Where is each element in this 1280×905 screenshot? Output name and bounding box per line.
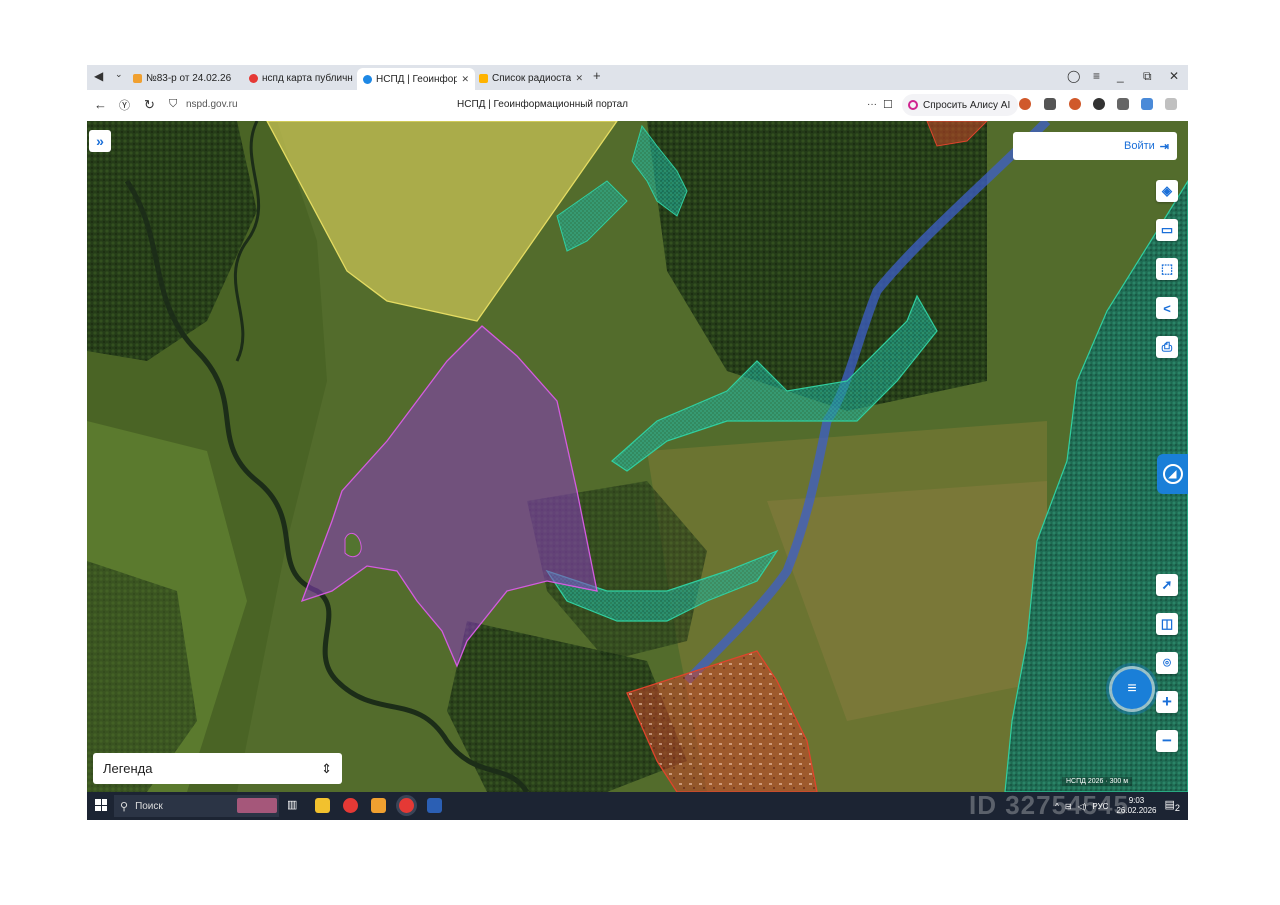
zoom-out-button[interactable]: −: [1156, 730, 1178, 752]
notifications-icon[interactable]: ▤2: [1165, 798, 1181, 813]
tab-document[interactable]: №83-р от 24.02.26: [133, 68, 241, 88]
tab-list-chevron-icon[interactable]: ⌄: [115, 69, 123, 80]
share-icon: <: [1163, 300, 1171, 316]
share-button[interactable]: <: [1156, 297, 1178, 319]
basemap-button[interactable]: ◫: [1156, 613, 1178, 635]
print-icon: ⎙: [1161, 339, 1173, 354]
tab-radio-list[interactable]: Список радиостанц ✕: [479, 68, 583, 88]
radio-list-favicon-icon: [479, 73, 488, 83]
layers-icon: ◈: [1162, 183, 1172, 198]
side-panel-tab[interactable]: ◢: [1157, 454, 1188, 494]
extension-1-icon[interactable]: [1019, 98, 1031, 110]
downloads-icon[interactable]: [1165, 98, 1177, 110]
document-favicon-icon: [133, 73, 142, 83]
search-icon: ⚲: [120, 800, 129, 813]
close-window-icon[interactable]: ✕: [1169, 69, 1179, 83]
close-tab-icon[interactable]: ✕: [461, 74, 469, 85]
page-title: НСПД | Геоинформационный портал: [457, 99, 628, 110]
basemap-icon: ◫: [1160, 616, 1174, 631]
word-icon[interactable]: [427, 798, 442, 813]
sound-icon[interactable]: ◀︎: [94, 69, 103, 83]
zoom-out-icon: −: [1162, 731, 1172, 750]
yandex-search-favicon-icon: [249, 73, 258, 83]
menu-icon[interactable]: ≡: [1093, 69, 1100, 83]
ask-alisa-button[interactable]: Спросить Алису AI: [902, 94, 1019, 116]
locate-button[interactable]: ➚: [1156, 574, 1178, 596]
map-canvas[interactable]: » Войти ⇥ ◈ ▭ ⬚ < ⎙ ◢ ➚ ◫ ⌾ + − ≡ Легенд…: [87, 121, 1188, 792]
tab-strip: ◀︎ ⌄ №83-р от 24.02.26 нспд карта публич…: [87, 65, 1188, 90]
ruler-icon: ▭: [1160, 222, 1174, 237]
url-field[interactable]: nspd.gov.ru: [186, 99, 238, 110]
login-arrow-icon: ⇥: [1159, 140, 1169, 153]
yandex-browser-icon[interactable]: [343, 798, 358, 813]
locate-icon: ➚: [1161, 577, 1173, 592]
login-button[interactable]: Войти ⇥: [1013, 132, 1177, 160]
back-icon[interactable]: ←: [94, 97, 107, 112]
zoom-in-icon: +: [1162, 692, 1172, 711]
more-options-icon[interactable]: ···: [867, 99, 877, 110]
extension-3-icon[interactable]: [1069, 98, 1081, 110]
ruler-button[interactable]: ▭: [1156, 219, 1178, 241]
bookmark-icon[interactable]: ☐: [883, 98, 893, 111]
expand-panel-button[interactable]: »: [89, 130, 111, 152]
alisa-icon: [908, 100, 918, 110]
tab-nspd[interactable]: НСПД | Геоинформаци ✕: [357, 68, 475, 90]
site-shield-icon[interactable]: ⛉: [169, 98, 177, 111]
watermark: ID 32754545: [969, 790, 1129, 820]
close-tab-icon[interactable]: ✕: [575, 73, 583, 84]
extension-2-icon[interactable]: [1044, 98, 1056, 110]
chevron-updown-icon: ⇕: [321, 760, 332, 776]
select-area-button[interactable]: ⬚: [1156, 258, 1178, 280]
place-button[interactable]: ⌾: [1156, 652, 1178, 674]
extension-6-icon[interactable]: [1141, 98, 1153, 110]
map-service-icon: ◢: [1162, 464, 1183, 484]
place-icon: ⌾: [1163, 655, 1171, 670]
screen: ◀︎ ⌄ №83-р от 24.02.26 нспд карта публич…: [87, 65, 1188, 820]
minimize-icon[interactable]: _: [1117, 69, 1124, 83]
list-icon: ≡: [1127, 680, 1137, 697]
search-highlight-image: [237, 798, 277, 813]
select-area-icon: ⬚: [1160, 261, 1174, 276]
satellite-map: [87, 121, 1188, 792]
nspd-favicon-icon: [363, 74, 372, 84]
extension-5-icon[interactable]: [1117, 98, 1129, 110]
tab-search[interactable]: нспд карта публичная ка: [249, 68, 353, 88]
task-view-icon[interactable]: ▥: [287, 798, 302, 813]
layers-button[interactable]: ◈: [1156, 180, 1178, 202]
reload-icon[interactable]: ↻: [144, 97, 155, 113]
zoom-in-button[interactable]: +: [1156, 691, 1178, 713]
menu-fab-button[interactable]: ≡: [1112, 669, 1152, 709]
restore-icon[interactable]: ⧉: [1143, 69, 1152, 84]
print-button[interactable]: ⎙: [1156, 336, 1178, 358]
profile-icon[interactable]: ◯: [1067, 69, 1080, 83]
address-bar: ← Ⓨ ↻ ⛉ nspd.gov.ru НСПД | Геоинформацио…: [87, 90, 1188, 122]
app-icon[interactable]: [371, 798, 386, 813]
yandex-browser-active-icon[interactable]: [399, 798, 414, 813]
extension-4-icon[interactable]: [1093, 98, 1105, 110]
yandex-home-icon[interactable]: Ⓨ: [119, 97, 130, 113]
windows-start-icon[interactable]: [95, 799, 107, 811]
scale-bar: НСПД 2026 · 300 м: [1062, 777, 1133, 786]
legend-dropdown[interactable]: Легенда ⇕: [93, 753, 342, 784]
new-tab-button[interactable]: +: [593, 68, 601, 83]
file-explorer-icon[interactable]: [315, 798, 330, 813]
